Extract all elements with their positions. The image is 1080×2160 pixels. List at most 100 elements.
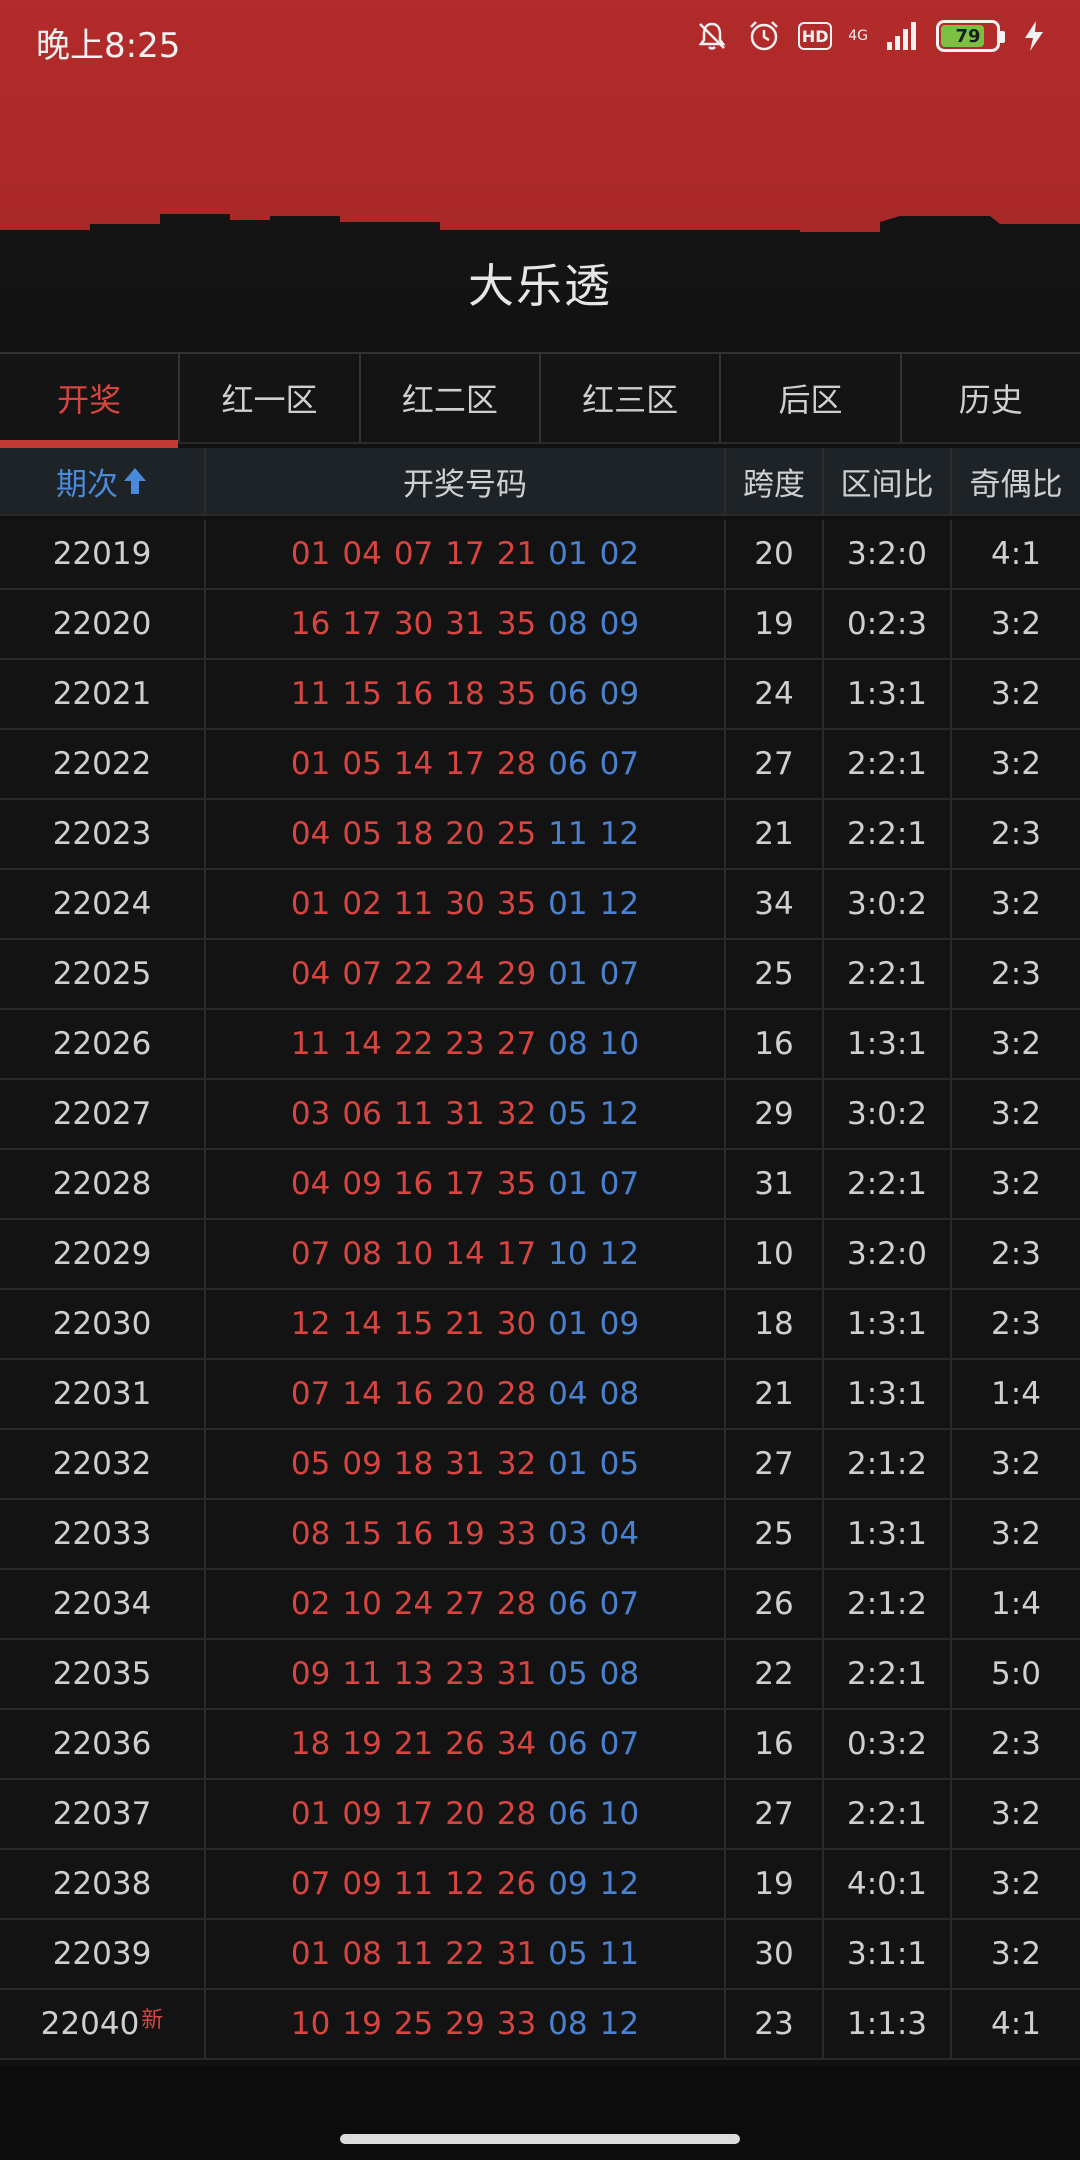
alarm-clock-icon xyxy=(746,18,782,54)
red-ball-number: 07 xyxy=(290,1866,331,1902)
zone-ratio-cell: 2:2:1 xyxy=(824,1780,952,1848)
blue-ball-number: 07 xyxy=(599,1166,640,1202)
issue-number: 22038 xyxy=(52,1866,152,1902)
issue-number: 22029 xyxy=(52,1236,152,1272)
zone-ratio-cell: 0:2:3 xyxy=(824,590,952,658)
table-row[interactable]: 22023 04 05 18 20 25 11 12 21 2:2:1 2:3 xyxy=(0,800,1080,870)
table-row[interactable]: 22022 01 05 14 17 28 06 07 27 2:2:1 3:2 xyxy=(0,730,1080,800)
tab-label: 红一区 xyxy=(221,381,318,419)
tab-red-zone-2[interactable]: 红二区 xyxy=(361,354,541,442)
issue-number: 22032 xyxy=(52,1446,152,1482)
red-ball-number: 15 xyxy=(342,676,382,712)
red-ball-number: 17 xyxy=(445,536,485,572)
issue-cell: 22036 xyxy=(0,1710,206,1778)
red-ball-number: 34 xyxy=(496,1726,537,1762)
red-ball-number: 05 xyxy=(342,816,382,852)
table-row[interactable]: 22032 05 09 18 31 32 01 05 27 2:1:2 3:2 xyxy=(0,1430,1080,1500)
red-ball-number: 35 xyxy=(496,606,537,642)
red-ball-number: 31 xyxy=(496,1936,537,1972)
red-ball-number: 18 xyxy=(445,676,485,712)
issue-cell: 22035 xyxy=(0,1640,206,1708)
table-row[interactable]: 22025 04 07 22 24 29 01 07 25 2:2:1 2:3 xyxy=(0,940,1080,1010)
red-ball-number: 07 xyxy=(393,536,434,572)
table-row[interactable]: 22034 02 10 24 27 28 06 07 26 2:1:2 1:4 xyxy=(0,1570,1080,1640)
table-row[interactable]: 22027 03 06 11 31 32 05 12 29 3:0:2 3:2 xyxy=(0,1080,1080,1150)
red-ball-number: 10 xyxy=(290,2006,331,2042)
issue-number: 22021 xyxy=(52,676,152,712)
column-issue-sort[interactable]: 期次 xyxy=(0,448,206,514)
table-row[interactable]: 22040 新 10 19 25 29 33 08 12 23 1:1:3 4:1 xyxy=(0,1990,1080,2060)
red-ball-number: 18 xyxy=(290,1726,331,1762)
issue-cell: 22037 xyxy=(0,1780,206,1848)
blue-ball-number: 12 xyxy=(599,886,640,922)
red-ball-number: 35 xyxy=(496,886,537,922)
span-cell: 26 xyxy=(726,1570,824,1638)
tab-red-zone-1[interactable]: 红一区 xyxy=(180,354,361,442)
odd-even-cell: 3:2 xyxy=(991,1026,1041,1062)
tab-red-zone-3[interactable]: 红三区 xyxy=(541,354,722,442)
tab-label: 开奖 xyxy=(57,381,122,419)
red-ball-number: 04 xyxy=(290,956,331,992)
red-ball-number: 08 xyxy=(342,1236,382,1272)
new-badge: 新 xyxy=(141,2008,164,2033)
table-row[interactable]: 22037 01 09 17 20 28 06 10 27 2:2:1 3:2 xyxy=(0,1780,1080,1850)
red-ball-number: 02 xyxy=(342,886,382,922)
table-row[interactable]: 22036 18 19 21 26 34 06 07 16 0:3:2 2:3 xyxy=(0,1710,1080,1780)
span-cell: 23 xyxy=(726,1990,824,2058)
red-ball-number: 15 xyxy=(393,1306,434,1342)
red-ball-number: 11 xyxy=(290,1026,331,1062)
tab-back-zone[interactable]: 后区 xyxy=(721,354,902,442)
issue-cell: 22031 xyxy=(0,1360,206,1428)
table-row[interactable]: 22035 09 11 13 23 31 05 08 22 2:2:1 5:0 xyxy=(0,1640,1080,1710)
issue-cell: 22040 新 xyxy=(0,1990,206,2058)
red-ball-number: 28 xyxy=(496,1586,537,1622)
table-row[interactable]: 22033 08 15 16 19 33 03 04 25 1:3:1 3:2 xyxy=(0,1500,1080,1570)
table-row[interactable]: 22019 01 04 07 17 21 01 02 20 3:2:0 4:1 xyxy=(0,520,1080,590)
span-cell: 31 xyxy=(726,1150,824,1218)
red-ball-number: 19 xyxy=(342,2006,382,2042)
issue-cell: 22029 xyxy=(0,1220,206,1288)
tab-history[interactable]: 历史 xyxy=(902,354,1080,442)
red-ball-number: 31 xyxy=(445,606,485,642)
table-row[interactable]: 22024 01 02 11 30 35 01 12 34 3:0:2 3:2 xyxy=(0,870,1080,940)
winning-numbers-cell: 11 15 16 18 35 06 09 xyxy=(206,660,726,728)
table-row[interactable]: 22029 07 08 10 14 17 10 12 10 3:2:0 2:3 xyxy=(0,1220,1080,1290)
table-row[interactable]: 22031 07 14 16 20 28 04 08 21 1:3:1 1:4 xyxy=(0,1360,1080,1430)
issue-number: 22030 xyxy=(52,1306,152,1342)
span-cell: 30 xyxy=(726,1920,824,1988)
red-ball-number: 31 xyxy=(496,1656,537,1692)
column-zone-ratio: 区间比 xyxy=(824,448,952,514)
table-row[interactable]: 22030 12 14 15 21 30 01 09 18 1:3:1 2:3 xyxy=(0,1290,1080,1360)
red-ball-number: 01 xyxy=(290,1936,331,1972)
issue-cell: 22028 xyxy=(0,1150,206,1218)
winning-numbers-cell: 01 09 17 20 28 06 10 xyxy=(206,1780,726,1848)
table-row[interactable]: 22038 07 09 11 12 26 09 12 19 4:0:1 3:2 xyxy=(0,1850,1080,1920)
zone-ratio-cell: 3:2:0 xyxy=(824,1220,952,1288)
red-ball-number: 02 xyxy=(290,1586,331,1622)
table-row[interactable]: 22021 11 15 16 18 35 06 09 24 1:3:1 3:2 xyxy=(0,660,1080,730)
blue-ball-number: 08 xyxy=(548,1026,588,1062)
table-row[interactable]: 22028 04 09 16 17 35 01 07 31 2:2:1 3:2 xyxy=(0,1150,1080,1220)
tab-draw[interactable]: 开奖 xyxy=(0,354,181,448)
red-ball-number: 19 xyxy=(445,1516,485,1552)
status-time: 晚上8:25 xyxy=(36,26,181,66)
zone-ratio-cell: 1:3:1 xyxy=(824,1360,952,1428)
red-ball-number: 09 xyxy=(342,1166,382,1202)
tab-label: 红三区 xyxy=(582,381,679,419)
table-row[interactable]: 22039 01 08 11 22 31 05 11 30 3:1:1 3:2 xyxy=(0,1920,1080,1990)
home-gesture-bar[interactable] xyxy=(340,2134,740,2144)
red-ball-number: 16 xyxy=(393,1376,434,1412)
zone-ratio-cell: 3:0:2 xyxy=(824,1080,952,1148)
odd-even-cell: 2:3 xyxy=(991,1726,1041,1762)
zone-ratio-cell: 1:3:1 xyxy=(824,1290,952,1358)
red-ball-number: 16 xyxy=(290,606,331,642)
column-odd-even: 奇偶比 xyxy=(969,466,1063,503)
red-ball-number: 25 xyxy=(496,816,537,852)
blue-ball-number: 07 xyxy=(599,956,640,992)
red-ball-number: 23 xyxy=(445,1026,485,1062)
winning-numbers-cell: 01 04 07 17 21 01 02 xyxy=(206,520,726,588)
blue-ball-number: 08 xyxy=(599,1656,640,1692)
navigation-bar xyxy=(0,2066,1080,2160)
table-row[interactable]: 22020 16 17 30 31 35 08 09 19 0:2:3 3:2 xyxy=(0,590,1080,660)
table-row[interactable]: 22026 11 14 22 23 27 08 10 16 1:3:1 3:2 xyxy=(0,1010,1080,1080)
